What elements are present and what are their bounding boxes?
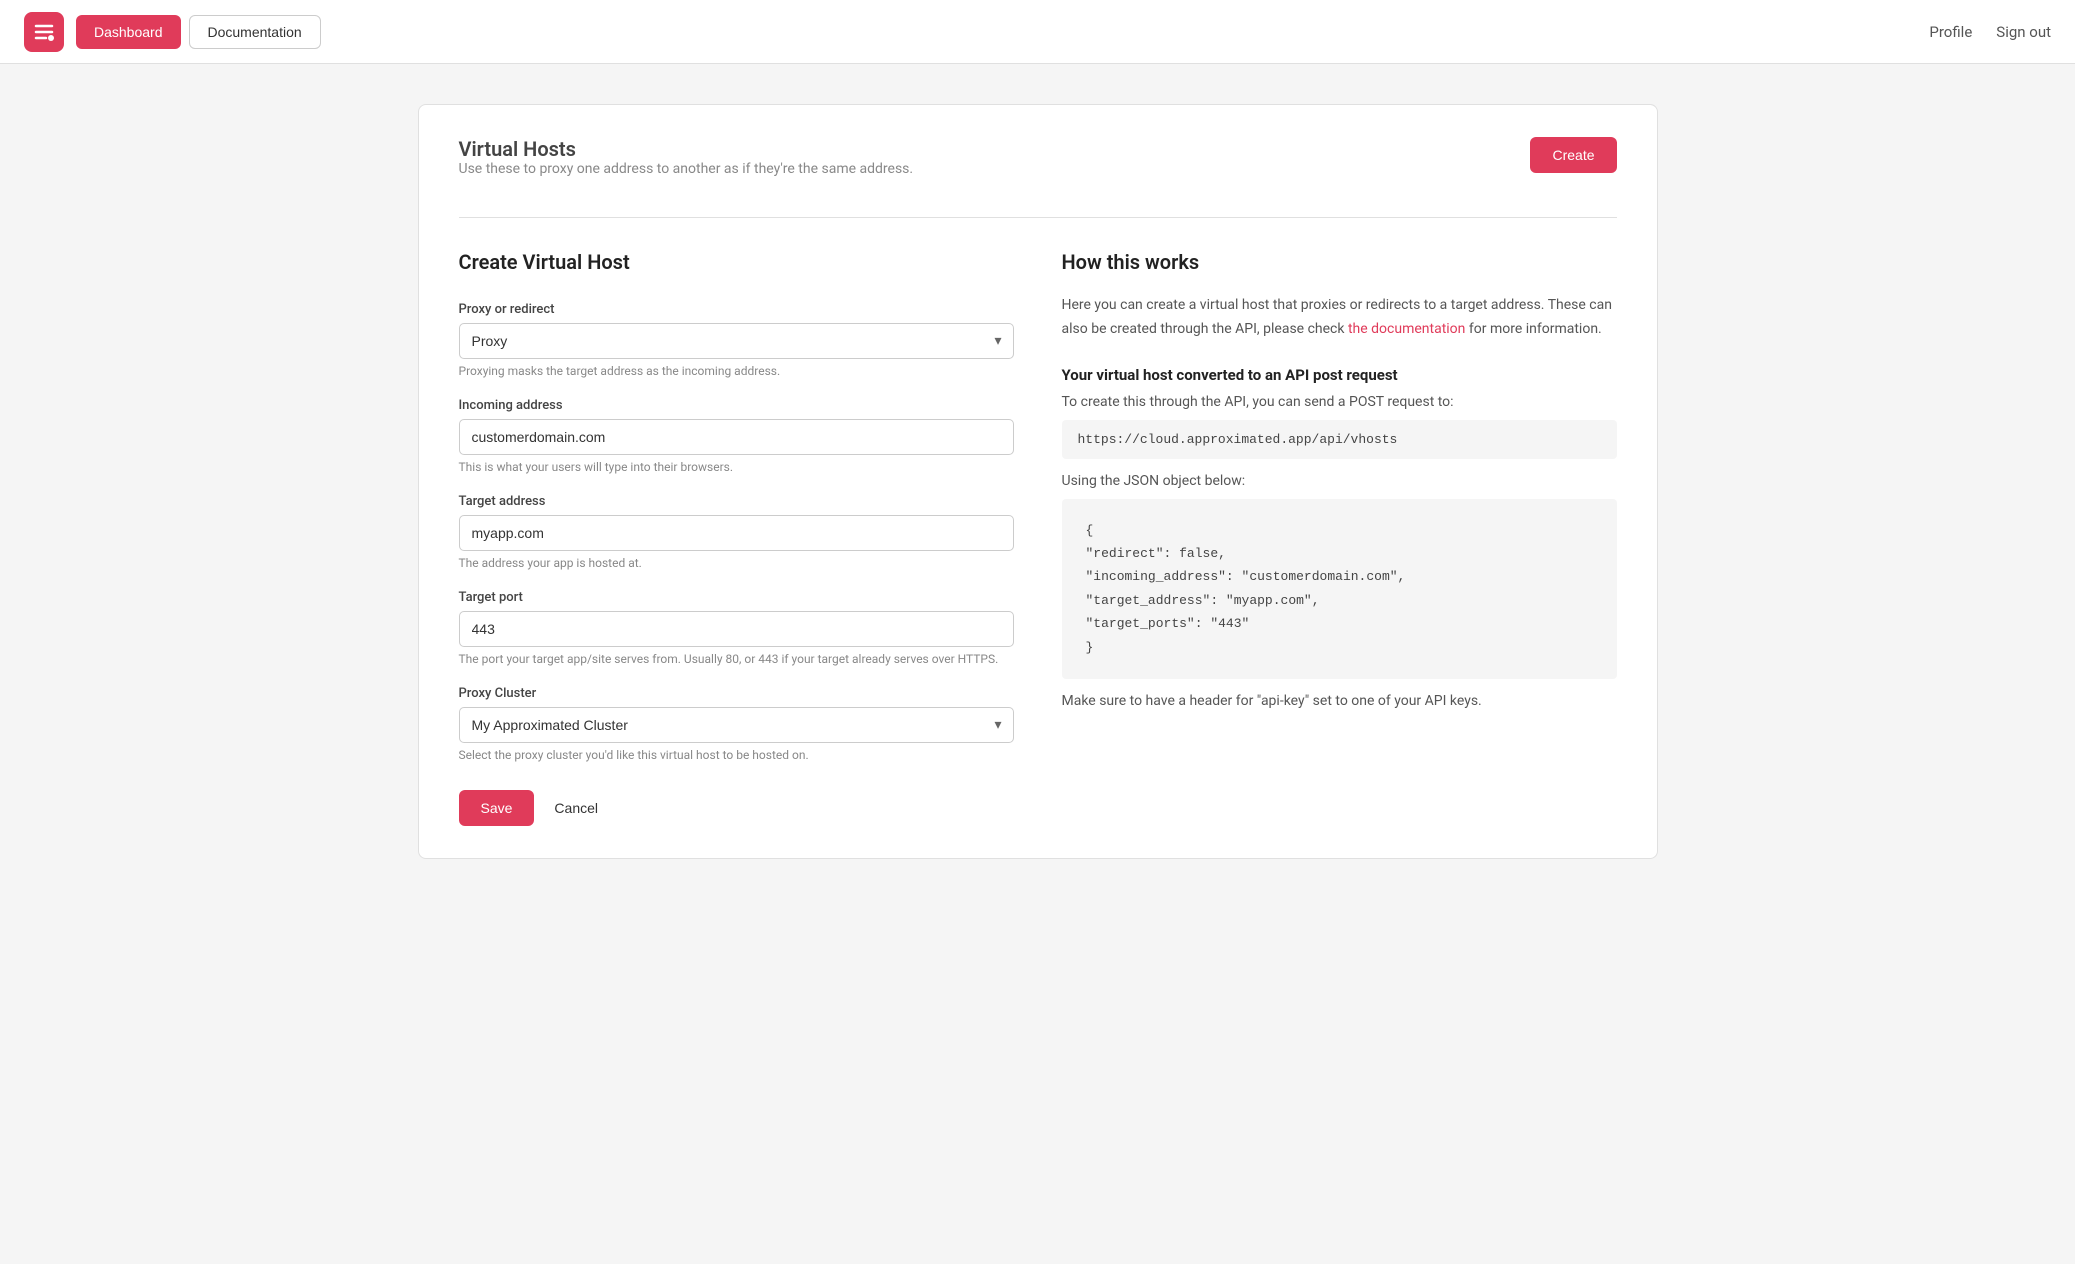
proxy-redirect-label: Proxy or redirect: [459, 302, 1014, 317]
target-port-input[interactable]: [459, 611, 1014, 647]
card-header: Virtual Hosts Use these to proxy one add…: [459, 137, 1617, 209]
how-description-end: for more information.: [1469, 321, 1602, 337]
api-url: https://cloud.approximated.app/api/vhost…: [1078, 432, 1398, 447]
logo-icon: [32, 20, 56, 44]
proxy-cluster-select-wrapper: My Approximated Cluster ▾: [459, 707, 1014, 743]
json-line-5: "target_ports": "443": [1086, 612, 1593, 635]
api-url-block: https://cloud.approximated.app/api/vhost…: [1062, 420, 1617, 459]
documentation-link[interactable]: the documentation: [1348, 321, 1465, 337]
json-label: Using the JSON object below:: [1062, 473, 1617, 489]
proxy-redirect-select[interactable]: Proxy Redirect: [459, 323, 1014, 359]
target-port-hint: The port your target app/site serves fro…: [459, 652, 1014, 666]
save-button[interactable]: Save: [459, 790, 535, 826]
api-section-title: Your virtual host converted to an API po…: [1062, 366, 1617, 384]
cancel-button[interactable]: Cancel: [550, 790, 602, 826]
dashboard-button[interactable]: Dashboard: [76, 15, 181, 49]
documentation-button[interactable]: Documentation: [189, 15, 321, 49]
api-description: To create this through the API, you can …: [1062, 394, 1617, 410]
json-line-1: {: [1086, 519, 1593, 542]
json-block: { "redirect": false, "incoming_address":…: [1062, 499, 1617, 679]
form-section: Create Virtual Host Proxy or redirect Pr…: [459, 250, 1014, 826]
json-line-6: }: [1086, 636, 1593, 659]
target-address-hint: The address your app is hosted at.: [459, 556, 1014, 570]
page-title: Virtual Hosts: [459, 137, 914, 161]
proxy-cluster-label: Proxy Cluster: [459, 686, 1014, 701]
api-footer: Make sure to have a header for "api-key"…: [1062, 693, 1617, 709]
form-actions: Save Cancel: [459, 790, 1014, 826]
target-address-label: Target address: [459, 494, 1014, 509]
incoming-address-input[interactable]: [459, 419, 1014, 455]
card-header-left: Virtual Hosts Use these to proxy one add…: [459, 137, 914, 209]
target-port-label: Target port: [459, 590, 1014, 605]
target-port-group: Target port The port your target app/sit…: [459, 590, 1014, 666]
json-line-3: "incoming_address": "customerdomain.com"…: [1086, 565, 1593, 588]
header-right: Profile Sign out: [1929, 23, 2051, 41]
proxy-cluster-group: Proxy Cluster My Approximated Cluster ▾ …: [459, 686, 1014, 762]
create-button[interactable]: Create: [1530, 137, 1616, 173]
profile-link[interactable]: Profile: [1929, 23, 1972, 41]
target-address-group: Target address The address your app is h…: [459, 494, 1014, 570]
proxy-redirect-group: Proxy or redirect Proxy Redirect ▾ Proxy…: [459, 302, 1014, 378]
proxy-redirect-select-wrapper: Proxy Redirect ▾: [459, 323, 1014, 359]
main-nav: Dashboard Documentation: [76, 15, 321, 49]
proxy-hint: Proxying masks the target address as the…: [459, 364, 1014, 378]
incoming-address-hint: This is what your users will type into t…: [459, 460, 1014, 474]
how-it-works-section: How this works Here you can create a vir…: [1062, 250, 1617, 826]
form-section-title: Create Virtual Host: [459, 250, 1014, 274]
json-line-2: "redirect": false,: [1086, 542, 1593, 565]
how-description: Here you can create a virtual host that …: [1062, 294, 1617, 342]
incoming-address-label: Incoming address: [459, 398, 1014, 413]
divider: [459, 217, 1617, 218]
two-column-layout: Create Virtual Host Proxy or redirect Pr…: [459, 250, 1617, 826]
incoming-address-group: Incoming address This is what your users…: [459, 398, 1014, 474]
json-line-4: "target_address": "myapp.com",: [1086, 589, 1593, 612]
target-address-input[interactable]: [459, 515, 1014, 551]
page-subtitle: Use these to proxy one address to anothe…: [459, 161, 914, 177]
main-content: Virtual Hosts Use these to proxy one add…: [378, 104, 1698, 859]
header: Dashboard Documentation Profile Sign out: [0, 0, 2075, 64]
how-title: How this works: [1062, 250, 1617, 274]
signout-link[interactable]: Sign out: [1996, 23, 2051, 41]
logo[interactable]: [24, 12, 64, 52]
proxy-cluster-select[interactable]: My Approximated Cluster: [459, 707, 1014, 743]
proxy-cluster-hint: Select the proxy cluster you'd like this…: [459, 748, 1014, 762]
virtual-hosts-card: Virtual Hosts Use these to proxy one add…: [418, 104, 1658, 859]
